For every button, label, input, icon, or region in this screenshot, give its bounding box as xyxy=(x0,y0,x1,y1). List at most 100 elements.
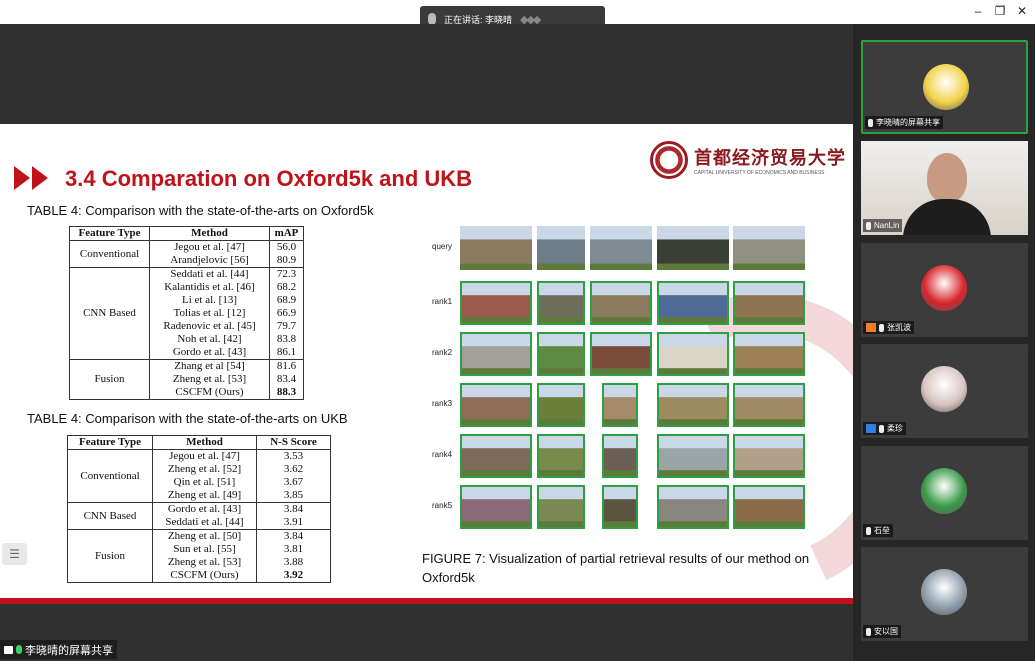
score-cell: 79.7 xyxy=(269,320,304,333)
feature-type-cell: CNN Based xyxy=(69,267,150,360)
table-row: Fusion Zheng et al. [50] 3.84 xyxy=(67,529,331,583)
method-cell: Zhang et al [54] xyxy=(149,359,270,373)
column-header: Method xyxy=(152,435,257,450)
score-cell: 86.1 xyxy=(269,346,304,360)
participant-tile[interactable]: NanLin xyxy=(861,141,1028,235)
participant-panel: 李晓晴的屏幕共享 NanLin 张凯波柔珍石垒安以国 xyxy=(853,24,1035,661)
host-badge-icon xyxy=(866,323,876,332)
method-cell: Seddati et al. [44] xyxy=(149,267,270,281)
score-cell: 68.2 xyxy=(269,281,304,294)
retrieved-image xyxy=(537,485,585,529)
method-cell: Jegou et al. [47] xyxy=(152,449,257,463)
score-cell: 83.8 xyxy=(269,333,304,346)
university-seal-icon xyxy=(650,141,688,179)
score-cell: 83.4 xyxy=(269,373,304,386)
retrieved-image xyxy=(657,485,729,529)
table-row: CNN Based Gordo et al. [43] 3.84 xyxy=(67,502,331,530)
participant-tile[interactable]: 柔珍 xyxy=(861,344,1028,438)
method-cell: Gordo et al. [43] xyxy=(152,502,257,516)
university-logo: 首都经济贸易大学 CAPITAL UNIVERSITY OF ECONOMICS… xyxy=(650,141,846,179)
score-cell: 66.9 xyxy=(269,307,304,320)
table-row: CNN Based Seddati et al. [44] 72.3 xyxy=(69,267,304,360)
query-image xyxy=(537,226,585,270)
method-cell: Qin et al. [51] xyxy=(152,476,257,489)
microphone-icon xyxy=(866,526,871,535)
method-cell: Zheng et al. [49] xyxy=(152,489,257,503)
participant-name-tag: 安以国 xyxy=(863,625,901,638)
participant-name-tag: NanLin xyxy=(863,219,903,232)
retrieved-image xyxy=(537,332,585,376)
logo-chinese-name: 首都经济贸易大学 xyxy=(694,148,846,169)
row-label: rank3 xyxy=(432,399,453,408)
figure-caption: FIGURE 7: Visualization of partial retri… xyxy=(422,551,810,585)
row-label: query xyxy=(432,242,453,251)
score-cell: 3.91 xyxy=(256,516,331,530)
retrieved-image xyxy=(460,434,532,478)
score-cell: 3.84 xyxy=(256,529,331,543)
participant-tile[interactable]: 石垒 xyxy=(861,446,1028,540)
column-header: N-S Score xyxy=(256,435,331,450)
table2-caption: TABLE 4: Comparison with the state-of-th… xyxy=(27,411,348,426)
close-button[interactable]: ✕ xyxy=(1014,4,1030,18)
score-cell: 3.53 xyxy=(256,449,331,463)
score-cell: 80.9 xyxy=(269,254,304,268)
query-image xyxy=(460,226,532,270)
method-cell: Arandjelovic [56] xyxy=(149,254,270,268)
retrieved-image xyxy=(590,332,652,376)
score-cell: 81.6 xyxy=(269,359,304,373)
retrieved-image xyxy=(460,485,532,529)
minimize-button[interactable]: – xyxy=(970,4,986,18)
retrieved-image xyxy=(537,281,585,325)
participant-name-tag: 柔珍 xyxy=(863,422,906,435)
restore-button[interactable]: ❐ xyxy=(992,4,1008,18)
retrieved-image xyxy=(602,434,638,478)
score-cell: 3.84 xyxy=(256,502,331,516)
method-cell: Sun et al. [55] xyxy=(152,543,257,556)
meeting-window: 正在讲话: 李晓晴 ◆◆◆ – ❐ ✕ 3.4 Comparation on O… xyxy=(0,0,1035,661)
retrieved-image xyxy=(733,281,805,325)
method-cell: Tolias et al. [12] xyxy=(149,307,270,320)
participant-avatar xyxy=(921,569,967,615)
logo-english-name: CAPITAL UNIVERSITY OF ECONOMICS AND BUSI… xyxy=(694,170,825,176)
retrieved-image xyxy=(733,485,805,529)
table-header-row: Feature Type Method mAP xyxy=(69,226,304,241)
retrieved-image xyxy=(657,332,729,376)
feature-type-cell: Conventional xyxy=(69,240,150,268)
participant-tile[interactable]: 安以国 xyxy=(861,547,1028,641)
table-header-row: Feature Type Method N-S Score xyxy=(67,435,331,450)
participant-name: 李晓晴的屏幕共享 xyxy=(876,118,940,127)
participant-name: NanLin xyxy=(874,221,900,230)
retrieved-image xyxy=(657,281,729,325)
microphone-icon xyxy=(868,118,873,127)
participant-tile[interactable]: 李晓晴的屏幕共享 xyxy=(861,40,1028,134)
query-image xyxy=(657,226,729,270)
shared-screen-area: 3.4 Comparation on Oxford5k and UKB 首都经济… xyxy=(0,24,853,661)
participant-name-tag: 李晓晴的屏幕共享 xyxy=(865,116,943,129)
table-row: Conventional Jegou et al. [47] 56.0 xyxy=(69,240,304,268)
retrieved-image xyxy=(733,383,805,427)
feature-type-cell: Fusion xyxy=(67,529,153,583)
method-cell: Zheng et al. [53] xyxy=(152,556,257,569)
query-image xyxy=(590,226,652,270)
column-header: Feature Type xyxy=(69,226,150,241)
row-label: rank1 xyxy=(432,297,453,306)
column-header: Feature Type xyxy=(67,435,153,450)
method-cell: Li et al. [13] xyxy=(149,294,270,307)
method-cell: Jegou et al. [47] xyxy=(149,240,270,254)
column-header: mAP xyxy=(269,226,304,241)
retrieved-image xyxy=(460,332,532,376)
score-cell: 3.92 xyxy=(256,569,331,583)
score-cell: 3.85 xyxy=(256,489,331,503)
ukb-table: Feature Type Method N-S Score Conventional J… xyxy=(67,435,331,583)
method-cell: Zheng et al. [53] xyxy=(149,373,270,386)
list-menu-button[interactable]: ☰ xyxy=(2,543,27,565)
table1-caption: TABLE 4: Comparison with the state-of-th… xyxy=(27,203,374,218)
feature-type-cell: Fusion xyxy=(69,359,150,400)
retrieved-image xyxy=(460,281,532,325)
score-cell: 3.62 xyxy=(256,463,331,476)
participant-name: 安以国 xyxy=(874,627,898,636)
participant-avatar xyxy=(921,265,967,311)
table-row: Fusion Zhang et al [54] 81.6 xyxy=(69,359,304,400)
participant-tile[interactable]: 张凯波 xyxy=(861,243,1028,337)
user-badge-icon xyxy=(866,424,876,433)
